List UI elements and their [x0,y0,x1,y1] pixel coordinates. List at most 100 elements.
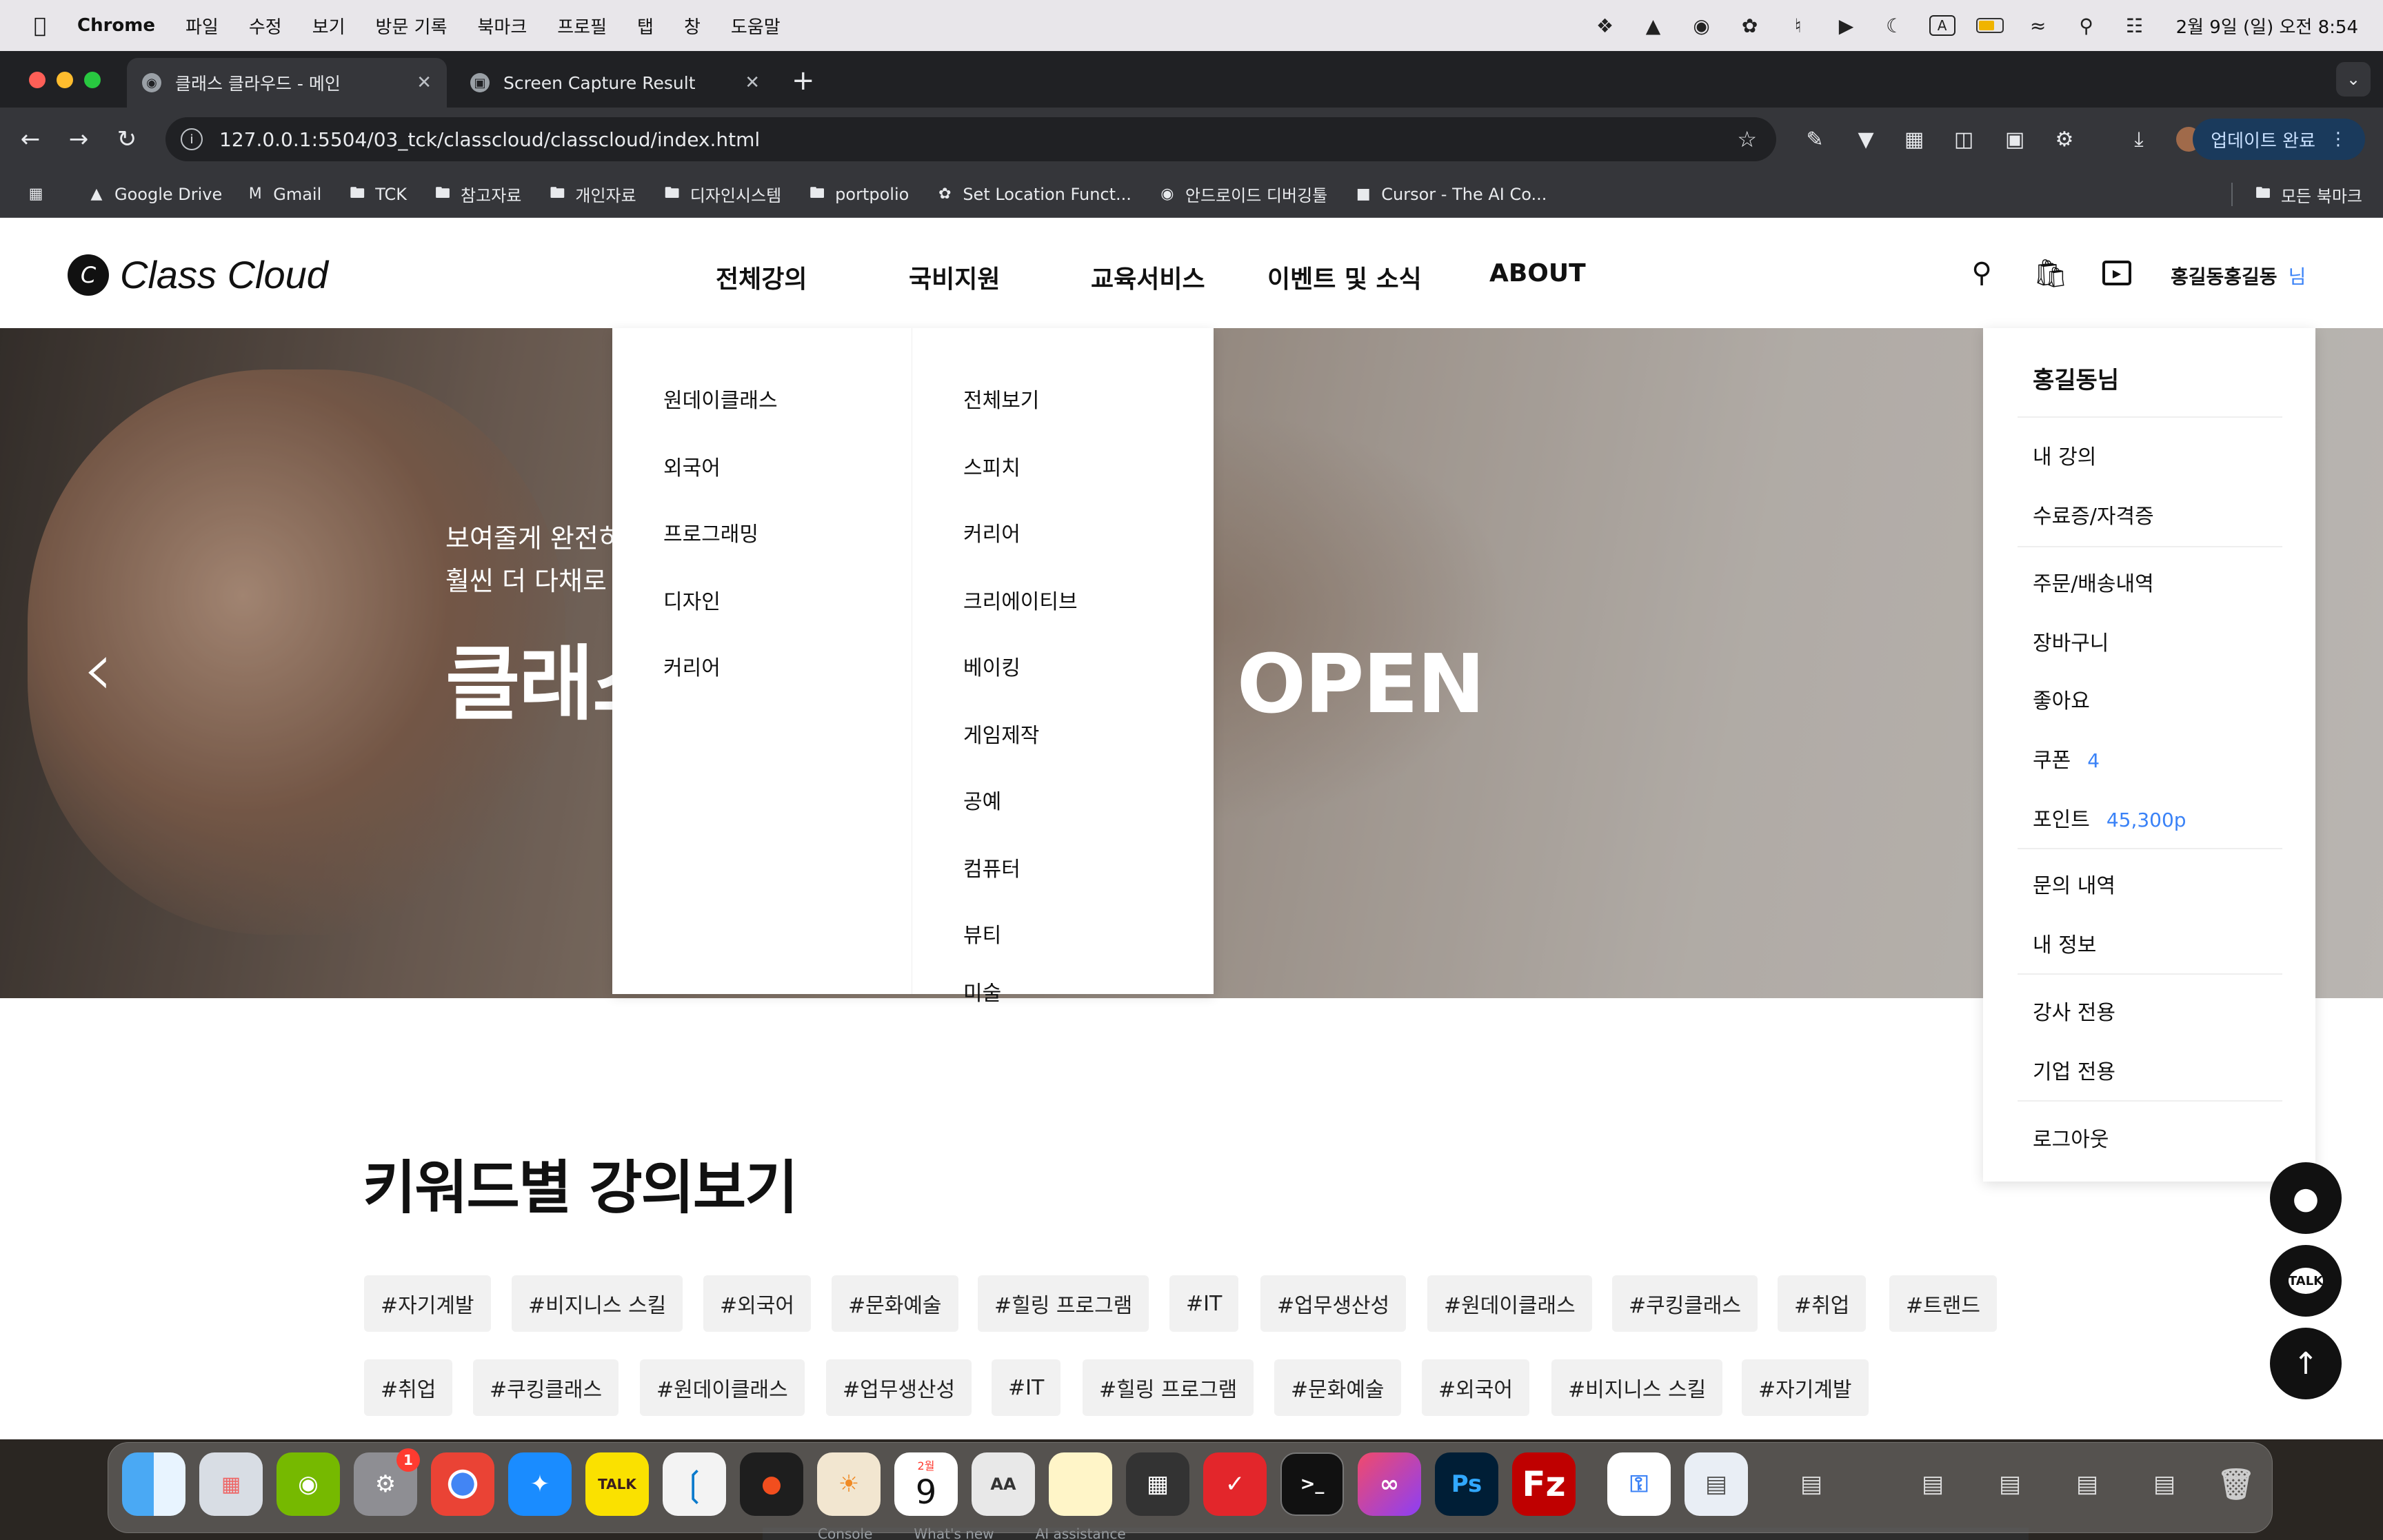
chat-bubble-icon[interactable]: ● [2270,1162,2342,1234]
sheet-extension-icon[interactable]: ▦ [1899,124,1929,154]
fonts-icon[interactable]: AA [972,1452,1035,1516]
calculator-icon[interactable]: ▦ [1126,1452,1189,1516]
kakaotalk-icon[interactable]: TALK [585,1452,649,1516]
doc-window-icon[interactable]: ▤ [1780,1452,1843,1516]
submenu-view-all[interactable]: 전체보기 [963,383,1039,414]
nvidia-icon[interactable]: ◉ [276,1452,340,1516]
bookmark-portpolio[interactable]: 🖿 portpolio [807,185,909,204]
update-button[interactable]: 업데이트 완료 ⋮ [2193,119,2365,160]
control-center-icon[interactable]: ☷ [2121,12,2149,39]
user-menu-cart[interactable]: 장바구니 [2033,626,2109,656]
keyword-tag[interactable]: #문화예술 [1274,1359,1401,1416]
tab-close-icon[interactable]: ✕ [745,72,760,93]
filezilla-icon[interactable]: Fz [1512,1452,1576,1516]
trash-icon[interactable]: 🗑 [2204,1452,2268,1516]
bookmark-star-icon[interactable]: ☆ [1737,126,1757,152]
submenu-art[interactable]: 미술 [963,976,1001,1006]
back-icon[interactable]: ← [14,123,47,156]
keyword-tag[interactable]: #힐링 프로그램 [1083,1359,1254,1416]
figma-icon[interactable]: ● [740,1452,803,1516]
keyword-tag[interactable]: #자기계발 [1742,1359,1869,1416]
bookmark-cursor[interactable]: ■ Cursor - The AI Co... [1354,185,1547,204]
shopping-bag-icon[interactable]: 🛍 [2033,255,2069,291]
moon-icon[interactable]: ☾ [1881,12,1909,39]
nav-events-news[interactable]: 이벤트 및 소식 [1267,259,1422,295]
bookmark-personal[interactable]: 🖿 개인자료 [547,182,636,206]
bookmark-android-debug[interactable]: ◉ 안드로이드 디버깅툴 [1158,182,1327,206]
capture-extension-icon[interactable]: ▣ [2000,124,2030,154]
submenu-speech[interactable]: 스피치 [963,451,1020,481]
user-menu-points[interactable]: 포인트 45,300p [2033,802,2186,833]
play-status-icon[interactable]: ▶ [1833,12,1860,39]
site-info-icon[interactable]: i [181,128,203,150]
menu-file[interactable]: 파일 [185,13,219,39]
keyword-tag[interactable]: #IT [1169,1275,1239,1332]
keyword-tag[interactable]: #업무생산성 [1260,1275,1407,1332]
user-menu-my-info[interactable]: 내 정보 [2033,928,2096,958]
tab-close-icon[interactable]: ✕ [416,72,432,93]
input-source-icon[interactable]: A [1929,15,1955,36]
submenu-beauty[interactable]: 뷰티 [963,918,1001,949]
openai-status-icon[interactable]: ✿ [1736,12,1764,39]
new-tab-button[interactable]: + [792,65,815,97]
search-icon[interactable]: ⚲ [1964,255,2000,291]
close-window-button[interactable] [29,72,46,88]
keyword-tag[interactable]: #취업 [364,1359,453,1416]
bookmark-design-system[interactable]: 🖿 디자인시스템 [663,182,782,206]
menu-tool-icon[interactable]: ♮ [1784,12,1812,39]
keyword-tag[interactable]: #업무생산성 [826,1359,972,1416]
menu-view[interactable]: 보기 [312,13,345,39]
menu-tab[interactable]: 탭 [637,13,654,39]
keyword-tag[interactable]: #자기계발 [364,1275,491,1332]
keyword-tag[interactable]: #쿠킹클래스 [1612,1275,1758,1332]
terminal-icon[interactable]: >_ [1280,1452,1344,1516]
minimize-window-button[interactable] [57,72,73,88]
keyword-tag[interactable]: #취업 [1778,1275,1867,1332]
keyword-tag[interactable]: #문화예술 [832,1275,958,1332]
creative-cloud-icon[interactable]: ∞ [1358,1452,1421,1516]
pen-extension-icon[interactable]: ✎ [1800,124,1830,154]
keyword-tag[interactable]: #힐링 프로그램 [978,1275,1149,1332]
user-menu-likes[interactable]: 좋아요 [2033,684,2090,714]
mega-item-career[interactable]: 커리어 [663,651,721,681]
system-settings-icon[interactable]: ⚙ 1 [354,1448,420,1516]
zoom-window-button[interactable] [84,72,101,88]
nav-all-courses[interactable]: 전체강의 [716,259,807,295]
keyword-tag[interactable]: #트랜드 [1889,1275,1997,1332]
user-menu-orders[interactable]: 주문/배송내역 [2033,567,2154,597]
submenu-game-dev[interactable]: 게임제작 [963,718,1039,749]
keyword-tag[interactable]: #원데이클래스 [640,1359,805,1416]
submenu-career[interactable]: 커리어 [963,517,1020,547]
preview-icon[interactable]: ▤ [1685,1452,1748,1516]
window-thumb-icon[interactable]: ▤ [1901,1452,1964,1516]
window-thumb-icon[interactable]: ▤ [2133,1452,2196,1516]
mega-item-language[interactable]: 외국어 [663,451,721,481]
bookmark-tck[interactable]: 🖿 TCK [348,185,407,204]
user-name[interactable]: 홍길동홍길동 님 [2171,262,2306,290]
finder-icon[interactable] [122,1452,185,1516]
vue-extension-icon[interactable]: ▼ [1851,124,1881,154]
menu-edit[interactable]: 수정 [249,13,282,39]
user-menu-coupon[interactable]: 쿠폰 4 [2033,743,2100,773]
site-logo[interactable]: C Class Cloud [68,252,328,297]
chrome-icon[interactable] [431,1452,494,1516]
submenu-computer[interactable]: 컴퓨터 [963,852,1020,882]
video-play-icon[interactable]: ▶ [2099,255,2135,291]
battery-icon[interactable] [1975,12,2004,39]
apple-icon[interactable]:  [26,14,54,38]
spotlight-icon[interactable]: ⚲ [2073,12,2100,39]
user-menu-logout[interactable]: 로그아웃 [2033,1122,2109,1153]
menu-clock[interactable]: 2월 9일 (일) 오전 8:54 [2176,13,2358,39]
all-bookmarks[interactable]: 🖿 모든 북마크 [2253,183,2362,207]
menu-history[interactable]: 방문 기록 [376,13,448,39]
passwords-icon[interactable]: ⚿ [1607,1452,1671,1516]
readdle-icon[interactable]: ✓ [1203,1452,1267,1516]
nav-edu-services[interactable]: 교육서비스 [1091,259,1205,295]
url-text[interactable]: 127.0.0.1:5504/03_tck/classcloud/classcl… [219,128,760,151]
keyword-tag[interactable]: #비지니스 스킬 [1551,1359,1723,1416]
menu-profiles[interactable]: 프로필 [557,13,607,39]
user-menu-inquiries[interactable]: 문의 내역 [2033,869,2115,899]
notes-icon[interactable] [1049,1452,1112,1516]
vscode-icon[interactable]: ❲ [663,1452,726,1516]
keyword-tag[interactable]: #쿠킹클래스 [473,1359,619,1416]
